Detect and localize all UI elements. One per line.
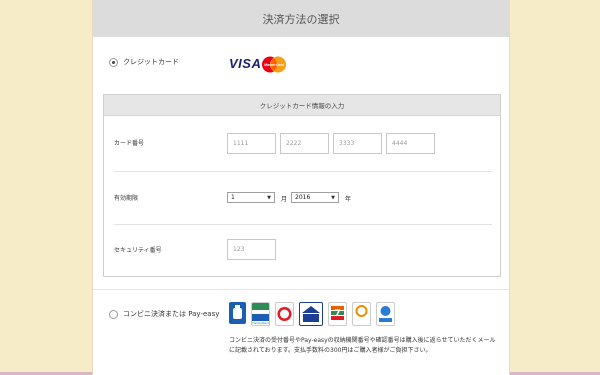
card-number-field-2[interactable]: 2222 [280,133,329,154]
security-code-label: セキュリティ番号 [114,247,162,254]
dropdown-arrow-icon: ▼ [331,194,335,201]
convenience-note: コンビニ決済の受付番号やPay-easyの収納機関番号や確認番号は購入後に返らせ… [229,337,496,354]
credit-card-radio[interactable] [109,57,118,67]
mastercard-wordmark: MasterCard [264,63,285,67]
daily-yamazaki-icon [352,302,371,326]
expiry-year-select[interactable]: 2016 ▼ [291,192,339,203]
divider [114,171,492,172]
security-code-field[interactable]: 123 [227,239,276,260]
panel-header: 決済方法の選択 [93,0,509,37]
convenience-store-logos: FamilyMart 7 [229,302,395,326]
card-number-field-3[interactable]: 3333 [333,133,382,154]
visa-logo: VISA [229,56,262,71]
convenience-radio[interactable] [109,309,118,319]
milk-can-shape [233,305,242,319]
card-number-field-1[interactable]: 1111 [227,133,276,154]
pay-easy-icon [376,302,395,326]
method-credit-card[interactable]: クレジットカード [109,57,509,67]
familymart-icon: FamilyMart [251,302,270,326]
mastercard-logo: MasterCard [262,56,286,73]
seven-eleven-text: 7 [334,309,341,319]
month-unit-label: 月 [281,196,288,203]
year-unit-label: 年 [345,196,352,203]
card-info-header: クレジットカード情報の入力 [104,95,500,116]
expiry-year-value: 2016 [295,194,311,201]
seven-eleven-icon: 7 [328,302,347,326]
card-info-title: クレジットカード情報の入力 [259,102,345,110]
circle-k-icon [275,302,294,326]
expiry-label: 有効期限 [114,195,139,202]
circle-k-shape [277,307,292,321]
ministop-roof-shape [302,306,320,322]
convenience-label: コンビニ決済または Pay-easy [123,310,220,318]
daily-yamazaki-shape [355,305,368,317]
card-info-box: クレジットカード情報の入力 カード番号 1111 2222 3333 4444 … [103,94,501,277]
expiry-month-select[interactable]: 1 ▼ [227,192,275,203]
lawson-icon [229,302,246,324]
panel-title: 決済方法の選択 [262,12,340,26]
payment-panel: 決済方法の選択 クレジットカード VISA MasterCard クレジットカー… [92,0,510,375]
section-divider [93,289,509,290]
expiry-month-value: 1 [231,194,235,201]
divider [114,224,492,225]
dropdown-arrow-icon: ▼ [267,194,271,201]
card-number-label: カード番号 [114,140,145,147]
familymart-text: FamilyMart [252,321,269,325]
pay-easy-shape [379,306,392,322]
card-number-field-4[interactable]: 4444 [386,133,435,154]
credit-card-label: クレジットカード [123,58,179,66]
ministop-icon [299,302,323,326]
